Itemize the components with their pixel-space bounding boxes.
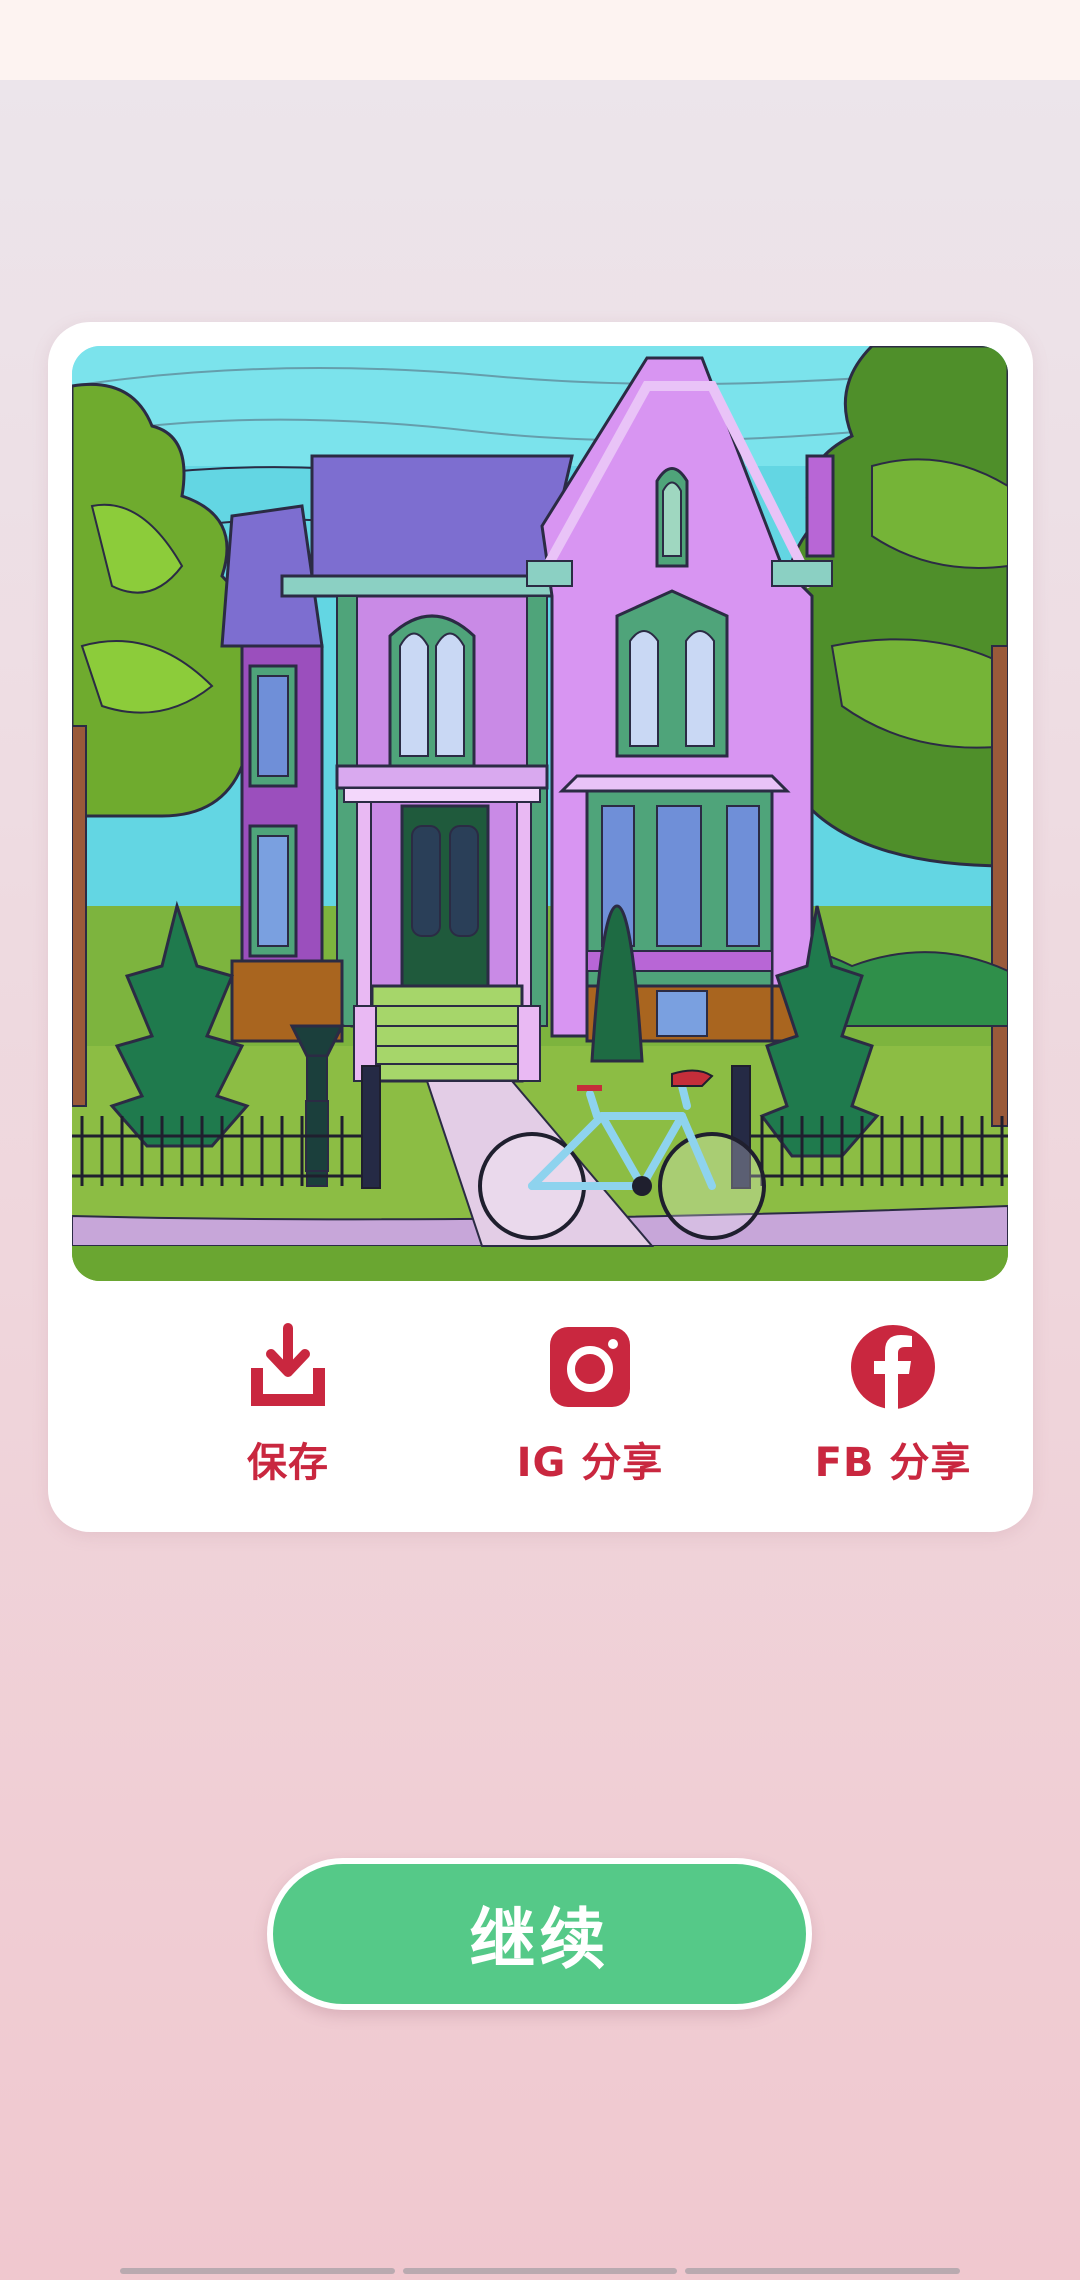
indicator-segment	[685, 2268, 961, 2274]
instagram-icon	[550, 1327, 630, 1407]
facebook-share-label: FB 分享	[814, 1440, 972, 1486]
download-tray-icon	[251, 1323, 325, 1406]
continue-label: 继续	[469, 1901, 610, 1978]
save-label: 保存	[247, 1440, 329, 1486]
save-button[interactable]: 保存	[158, 1322, 418, 1502]
bottom-nav-indicator	[120, 2268, 961, 2274]
instagram-share-label: IG 分享	[516, 1440, 664, 1486]
colored-artwork-house	[72, 346, 1008, 1281]
indicator-segment	[402, 2268, 678, 2274]
continue-button[interactable]: 继续	[267, 1858, 812, 2010]
instagram-share-button[interactable]: IG 分享	[460, 1322, 720, 1502]
share-actions: 保存 IG 分享 FB 分享	[48, 1322, 1033, 1502]
facebook-share-button[interactable]: FB 分享	[763, 1322, 1023, 1502]
result-card: 保存 IG 分享 FB 分享	[48, 322, 1033, 1532]
indicator-segment	[120, 2268, 395, 2274]
facebook-icon	[851, 1325, 935, 1410]
status-bar	[0, 0, 1080, 80]
